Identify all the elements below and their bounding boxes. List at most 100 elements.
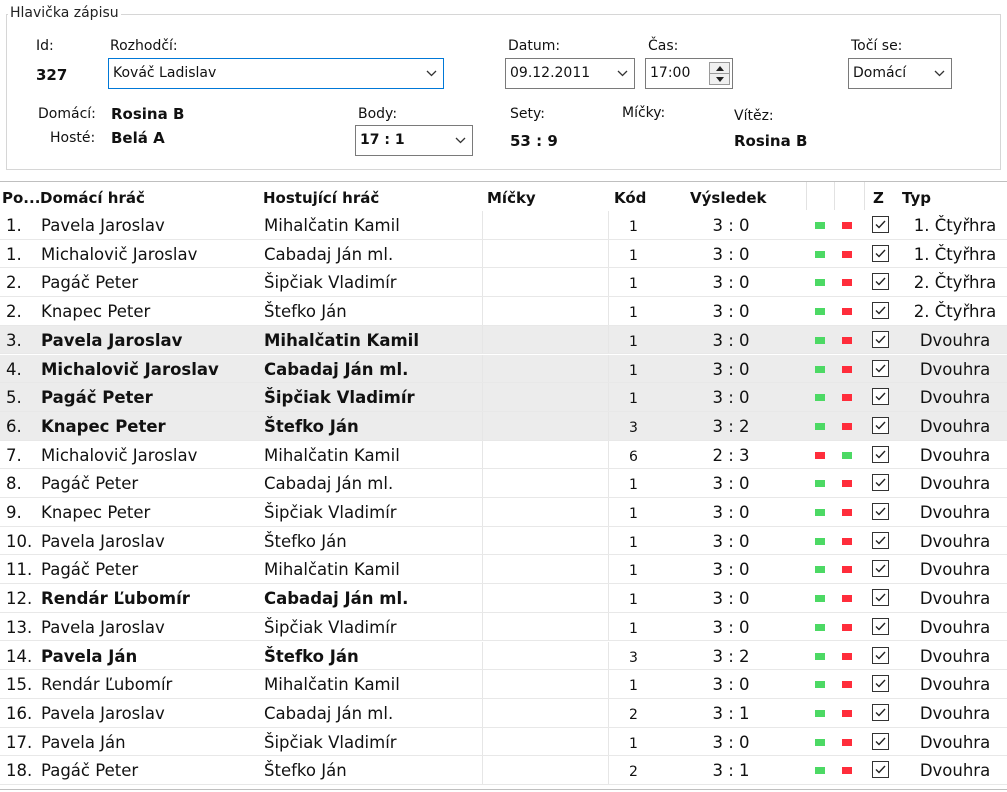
checkmark-icon [875, 450, 886, 459]
table-row[interactable]: 5. Pagáč Peter Šipčiak Vladimír 1 3 : 0 Dvouh… [0, 383, 1007, 412]
table-row[interactable]: 4. Michalovič Jaroslav Cabadaj Ján ml. 1 3 :… [0, 354, 1007, 384]
table-row[interactable]: 7. Michalovič Jaroslav Mihalčatin Kamil 6 2 … [0, 440, 1007, 470]
table-row[interactable]: 10. Pavela Jaroslav Štefko Ján 1 3 : 0 Dvouhr… [0, 526, 1007, 556]
referee-value: Kováč Ladislav [113, 65, 217, 81]
serve-combobox[interactable]: Domácí [848, 58, 952, 89]
type-cell: 1. Čtyřhra [913, 216, 997, 235]
table-row[interactable]: 15. Rendár Ľubomír Mihalčatin Kamil 1 3 : 0 D… [0, 670, 1007, 699]
table-row[interactable]: 12. Rendár Ľubomír Cabadaj Ján ml. 1 3 : 0 Dv… [0, 584, 1007, 613]
chevron-down-icon[interactable] [426, 59, 437, 77]
id-label: Id: [36, 38, 54, 54]
col-type[interactable]: Typ [902, 189, 931, 207]
z-checkbox[interactable] [872, 445, 889, 463]
z-checkbox[interactable] [872, 646, 889, 664]
z-checkbox[interactable] [872, 761, 889, 779]
table-row[interactable]: 1. Michalovič Jaroslav Cabadaj Ján ml. 1 3 :… [0, 239, 1007, 269]
table-row[interactable]: 2. Knapec Peter Štefko Ján 1 3 : 0 2. Čtyřhra [0, 297, 1007, 326]
row-order: 3. [6, 330, 22, 350]
checkmark-icon [875, 421, 886, 430]
type-cell: Dvouhra [919, 761, 991, 781]
code-cell: 1 [629, 333, 638, 350]
away-player-cell: Cabadaj Ján ml. [264, 244, 394, 264]
table-row[interactable]: 16. Pavela Jaroslav Cabadaj Ján ml. 2 3 : 1 D… [0, 698, 1007, 728]
date-label: Datum: [508, 38, 561, 54]
code-cell: 1 [629, 563, 638, 580]
table-row[interactable]: 18. Pagáč Peter Štefko Ján 2 3 : 1 Dvouhra [0, 756, 1007, 785]
away-status-mark [842, 308, 852, 316]
spin-up-icon[interactable] [710, 63, 729, 73]
code-cell: 1 [629, 276, 638, 293]
away-status-mark [842, 623, 852, 631]
col-away-player[interactable]: Hostující hráč [263, 189, 379, 207]
table-row[interactable]: 1. Pavela Jaroslav Mihalčatin Kamil 1 3 : 0 1… [0, 211, 1007, 240]
col-separator [864, 182, 865, 210]
z-checkbox[interactable] [872, 732, 889, 750]
home-player-cell: Pavela Jaroslav [41, 617, 165, 637]
chevron-down-icon[interactable] [934, 59, 945, 77]
table-row[interactable]: 9. Knapec Peter Šipčiak Vladimír 1 3 : 0 Dvou… [0, 498, 1007, 527]
col-balls[interactable]: Míčky [487, 189, 536, 207]
table-row[interactable]: 2. Pagáč Peter Šipčiak Vladimír 1 3 : 0 2. Čt… [0, 268, 1007, 298]
referee-combobox[interactable]: Kováč Ladislav [108, 58, 444, 89]
col-order[interactable]: Po... [2, 189, 40, 207]
z-checkbox[interactable] [872, 617, 889, 635]
z-checkbox[interactable] [872, 273, 889, 291]
time-spinner[interactable] [709, 62, 730, 85]
away-player-cell: Šipčiak Vladimír [264, 503, 397, 522]
chevron-down-icon[interactable] [455, 126, 466, 144]
cell-divider [608, 555, 609, 584]
table-row[interactable]: 14. Pavela Ján Štefko Ján 3 3 : 2 Dvouhra [0, 641, 1007, 671]
home-player-cell: Rendár Ľubomír [41, 589, 190, 609]
z-checkbox[interactable] [872, 474, 889, 492]
col-z[interactable]: Z [873, 189, 884, 207]
z-checkbox[interactable] [872, 560, 889, 578]
z-checkbox[interactable] [872, 675, 889, 693]
z-checkbox[interactable] [872, 216, 889, 233]
z-checkbox[interactable] [872, 503, 889, 520]
spin-down-icon[interactable] [710, 73, 729, 84]
table-row[interactable]: 3. Pavela Jaroslav Mihalčatin Kamil 1 3 : 0 D… [0, 325, 1007, 355]
col-result[interactable]: Výsledek [690, 189, 767, 207]
type-cell: Dvouhra [919, 675, 991, 695]
time-field[interactable]: 17:00 [645, 58, 733, 89]
serve-label: Točí se: [851, 38, 903, 54]
col-home-player[interactable]: Domácí hráč [40, 189, 145, 207]
checkmark-icon [875, 737, 886, 746]
date-picker[interactable]: 09.12.2011 [505, 58, 635, 89]
cell-divider [608, 325, 609, 354]
col-code[interactable]: Kód [614, 189, 646, 207]
z-checkbox[interactable] [872, 703, 889, 721]
table-row[interactable]: 13. Pavela Jaroslav Šipčiak Vladimír 1 3 : 0… [0, 612, 1007, 642]
away-player-cell: Mihalčatin Kamil [264, 330, 419, 350]
z-checkbox[interactable] [872, 388, 889, 406]
cell-divider [608, 526, 609, 555]
home-player-cell: Pavela Jaroslav [41, 703, 165, 723]
checkmark-icon [875, 306, 886, 315]
table-row[interactable]: 11. Pagáč Peter Mihalčatin Kamil 1 3 : 0 Dvou… [0, 555, 1007, 585]
points-combobox[interactable]: 17 : 1 [355, 125, 473, 156]
chevron-down-icon[interactable] [617, 59, 628, 77]
z-checkbox[interactable] [872, 416, 889, 434]
result-cell: 3 : 0 [712, 617, 750, 637]
home-status-mark [815, 623, 825, 631]
row-order: 1. [6, 244, 22, 264]
table-row[interactable]: 6. Knapec Peter Štefko Ján 3 3 : 2 Dvouhra [0, 411, 1007, 441]
z-checkbox[interactable] [872, 244, 889, 262]
col-separator [806, 182, 807, 210]
z-checkbox[interactable] [872, 589, 889, 607]
home-player-cell: Knapec Peter [41, 302, 151, 322]
cell-divider [608, 698, 609, 727]
z-checkbox[interactable] [872, 330, 889, 348]
type-cell: Dvouhra [919, 359, 991, 379]
table-row[interactable]: 8. Pagáč Peter Cabadaj Ján ml. 1 3 : 0 Dvouhr… [0, 469, 1007, 498]
home-player-cell: Pavela Ján [41, 646, 138, 666]
table-row[interactable]: 17. Pavela Ján Šipčiak Vladimír 1 3 : 0 Dvouh… [0, 727, 1007, 757]
z-checkbox[interactable] [872, 302, 889, 320]
code-cell: 6 [629, 448, 638, 465]
row-order: 10. [6, 531, 33, 551]
col-separator [834, 182, 835, 210]
away-player-cell: Štefko Ján [264, 302, 347, 322]
away-player-cell: Mihalčatin Kamil [264, 216, 400, 235]
z-checkbox[interactable] [872, 359, 889, 377]
z-checkbox[interactable] [872, 531, 889, 549]
